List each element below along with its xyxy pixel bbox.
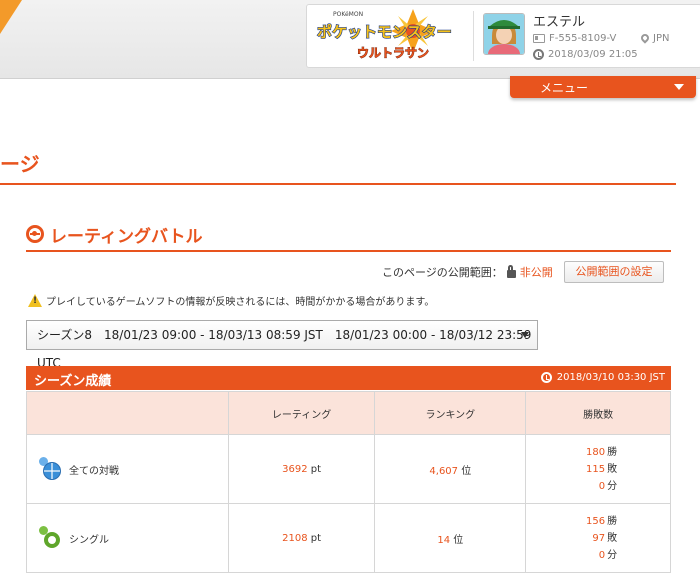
visibility-status: このページの公開範囲： 非公開 <box>382 264 553 280</box>
draws-unit: 分 <box>607 480 618 492</box>
player-datetime: 2018/03/09 21:05 <box>533 49 638 60</box>
draws-value: 0 <box>598 480 606 492</box>
rating-cell: 3692 pt <box>227 434 376 504</box>
battle-type-name: シングル <box>69 534 109 546</box>
battle-type-name: 全ての対戦 <box>69 465 119 477</box>
top-header: POKéMON ポケットモンスター ウルトラサン エステル F-555-8109… <box>0 0 700 79</box>
player-country: JPN <box>639 31 670 44</box>
globe-icon <box>39 457 63 481</box>
rating-unit: pt <box>310 463 322 475</box>
battle-type-cell: 全ての対戦 <box>26 434 229 504</box>
rank-unit: 位 <box>461 465 472 477</box>
column-header: 勝敗数 <box>525 391 671 435</box>
player-country-value: JPN <box>653 33 670 44</box>
rank-value: 4,607 <box>429 465 459 477</box>
battle-type-cell: シングル <box>26 503 229 573</box>
rank-value: 14 <box>437 534 451 546</box>
chevron-down-icon <box>674 84 684 90</box>
rating-value: 2108 <box>282 532 308 544</box>
visibility-settings-button[interactable]: 公開範囲の設定 <box>564 261 664 283</box>
season-select[interactable]: シーズン8 18/01/23 09:00 - 18/03/13 08:59 JS… <box>26 320 538 370</box>
id-card-icon <box>533 34 545 43</box>
card-divider <box>473 11 474 61</box>
rating-cell: 2108 pt <box>227 503 376 573</box>
wins-value: 156 <box>586 515 606 527</box>
game-logo: POKéMON ポケットモンスター ウルトラサン <box>313 7 463 65</box>
column-header: ランキング <box>374 391 527 435</box>
single-battle-icon <box>39 526 63 550</box>
results-title: シーズン成績 <box>34 374 112 389</box>
rank-unit: 位 <box>453 534 464 546</box>
menu-button[interactable]: メニュー <box>510 76 696 98</box>
page-title: ージ <box>0 152 40 176</box>
corner-decoration <box>0 0 22 34</box>
svg-text:ポケットモンスター: ポケットモンスター <box>317 23 452 41</box>
record-cell: 156 勝 97 敗 0分 <box>525 503 671 573</box>
draws-unit: 分 <box>607 549 618 561</box>
results-header: シーズン成績 2018/03/10 03:30 JST <box>26 366 671 390</box>
profile-card: POKéMON ポケットモンスター ウルトラサン エステル F-555-8109… <box>306 4 700 68</box>
losses-unit: 敗 <box>607 463 618 475</box>
warning-icon <box>28 294 42 307</box>
avatar[interactable] <box>483 13 525 55</box>
wins-value: 180 <box>586 446 606 458</box>
rating-value: 3692 <box>282 463 308 475</box>
table-row: 全ての対戦 3692 pt 4,607 位 180 勝 115 敗 0分 <box>26 434 671 504</box>
player-id: F-555-8109-V <box>533 33 616 44</box>
ranking-cell: 4,607 位 <box>374 434 527 504</box>
ranking-cell: 14 位 <box>374 503 527 573</box>
svg-text:ウルトラサン: ウルトラサン <box>357 46 429 60</box>
player-id-value: F-555-8109-V <box>549 33 617 44</box>
column-header: レーティング <box>227 391 376 435</box>
losses-unit: 敗 <box>607 532 618 544</box>
results-table: レーティング ランキング 勝敗数 全ての対戦 3692 pt 4,607 位 1… <box>26 391 671 573</box>
section-divider <box>26 250 671 252</box>
table-row: シングル 2108 pt 14 位 156 勝 97 敗 0分 <box>26 503 671 573</box>
player-name: エステル <box>533 15 586 30</box>
location-pin-icon <box>639 31 651 44</box>
wins-unit: 勝 <box>607 446 618 458</box>
clock-icon <box>540 372 552 383</box>
column-header <box>26 391 229 435</box>
draws-value: 0 <box>598 549 606 561</box>
table-header-row: レーティング ランキング 勝敗数 <box>26 391 671 435</box>
record-cell: 180 勝 115 敗 0分 <box>525 434 671 504</box>
results-updated-value: 2018/03/10 03:30 JST <box>556 372 665 383</box>
season-select-value: シーズン8 18/01/23 09:00 - 18/03/13 08:59 JS… <box>37 328 532 370</box>
section-title: レーティングバトル <box>50 227 203 247</box>
dropdown-arrow-icon <box>521 332 529 338</box>
player-datetime-value: 2018/03/09 21:05 <box>548 49 638 60</box>
monster-ball-icon <box>26 225 44 243</box>
sync-notice: プレイしているゲームソフトの情報が反映されるには、時間がかかる場合があります。 <box>28 293 434 308</box>
results-updated: 2018/03/10 03:30 JST <box>540 372 665 383</box>
losses-value: 97 <box>592 532 606 544</box>
game-logo-top-text: POKéMON <box>333 11 363 18</box>
rating-unit: pt <box>310 532 322 544</box>
losses-value: 115 <box>586 463 606 475</box>
lock-icon <box>506 264 516 278</box>
title-divider <box>0 183 676 185</box>
visibility-value: 非公開 <box>519 266 553 279</box>
notice-text: プレイしているゲームソフトの情報が反映されるには、時間がかかる場合があります。 <box>46 297 435 308</box>
menu-label: メニュー <box>540 81 589 95</box>
visibility-label: このページの公開範囲： <box>382 266 503 279</box>
wins-unit: 勝 <box>607 515 618 527</box>
clock-icon <box>533 49 544 60</box>
